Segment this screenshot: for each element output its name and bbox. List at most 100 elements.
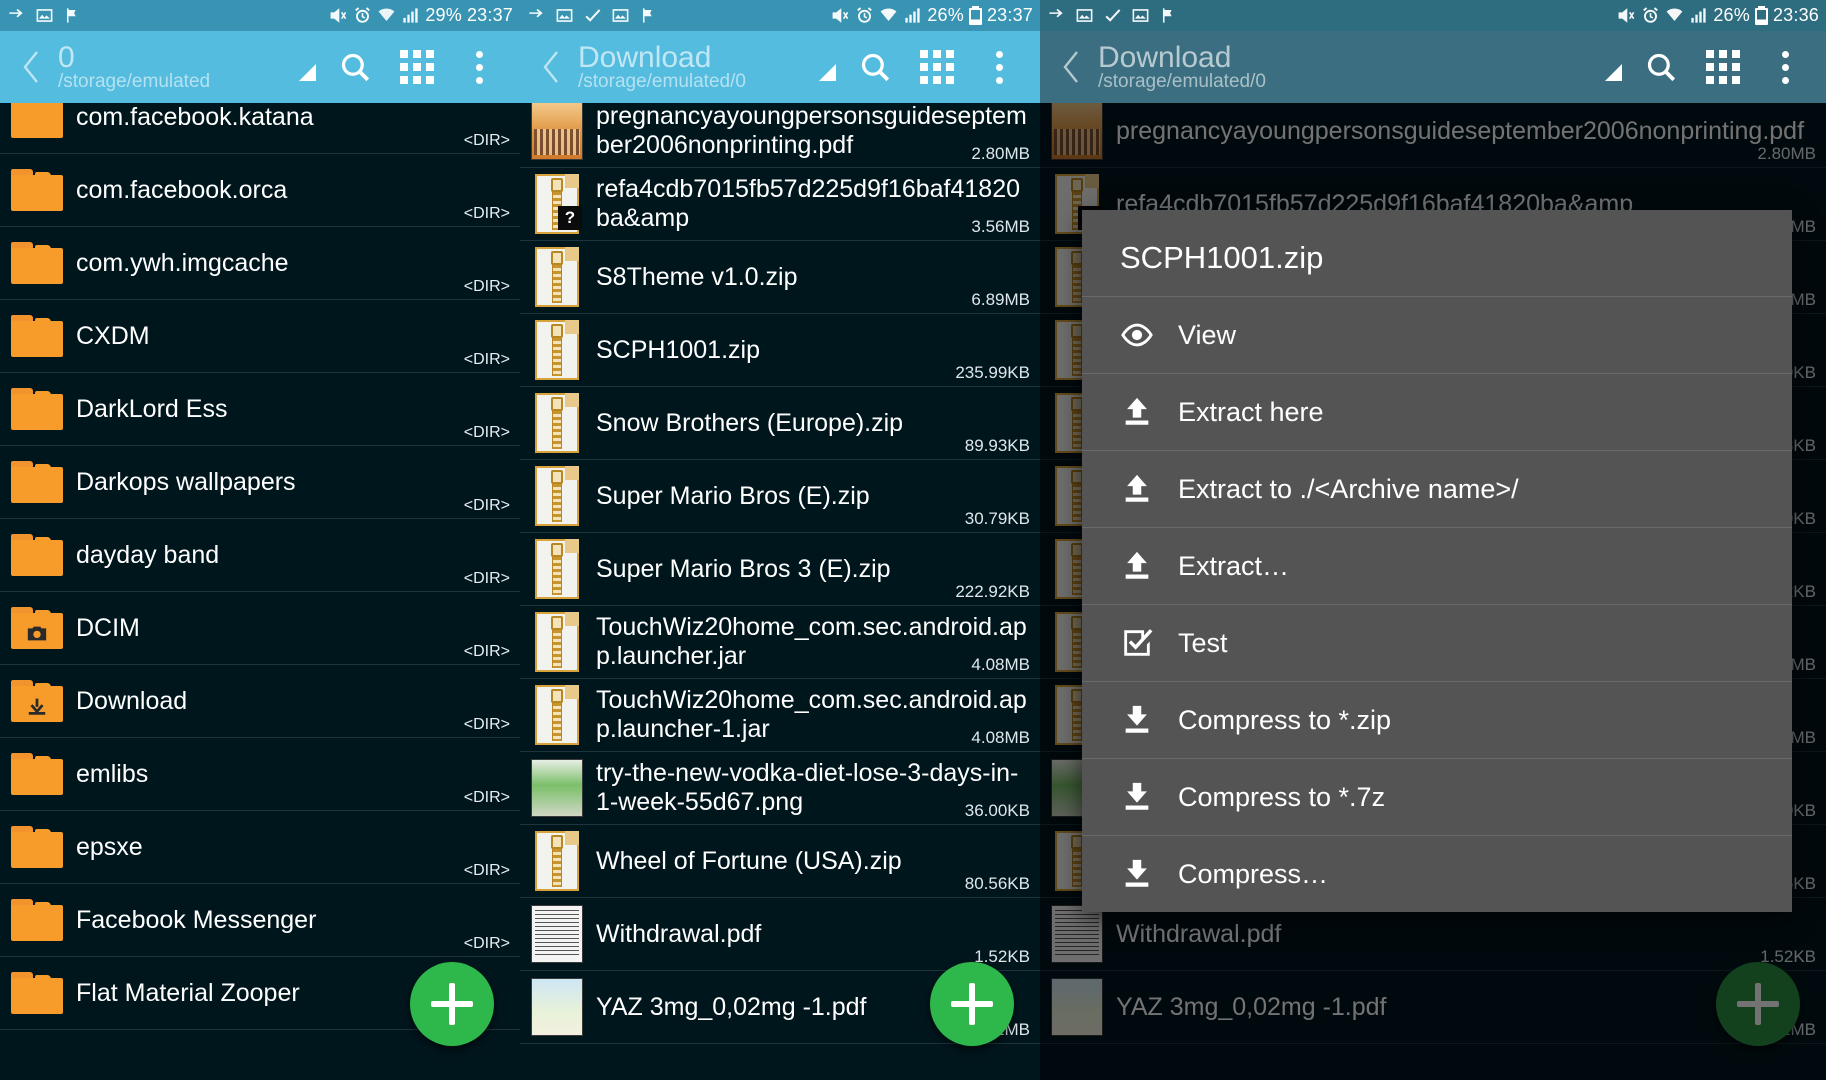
eye-icon — [1120, 318, 1154, 352]
file-thumbnail — [528, 99, 586, 163]
add-button[interactable] — [930, 962, 1014, 1046]
list-item[interactable]: S8Theme v1.0.zip6.89MB — [520, 241, 1040, 314]
file-size: 6.89MB — [971, 290, 1030, 310]
file-thumbnail — [528, 245, 586, 309]
search-icon[interactable] — [324, 36, 386, 98]
folder-download-icon — [11, 680, 63, 722]
file-size: 3.56MB — [971, 217, 1030, 237]
back-button[interactable] — [1050, 42, 1094, 92]
status-bar-right-icons: 26% 23:37 — [831, 5, 1033, 26]
list-item[interactable]: try-the-new-vodka-diet-lose-3-days-in-1-… — [520, 752, 1040, 825]
file-thumbnail — [8, 158, 66, 222]
dialog-item-compress-to-zip[interactable]: Compress to *.zip — [1082, 681, 1792, 758]
resize-handle-icon[interactable] — [810, 47, 844, 87]
directory-label: <DIR> — [464, 570, 510, 588]
grid-view-icon[interactable] — [1692, 36, 1754, 98]
list-item[interactable]: Snow Brothers (Europe).zip89.93KB — [520, 387, 1040, 460]
file-list[interactable]: pregnancyayoungpersonsguideseptember2006… — [520, 103, 1040, 1080]
dialog-item-extract-to-archive-name[interactable]: Extract to ./<Archive name>/ — [1082, 450, 1792, 527]
list-item[interactable]: epsxe<DIR> — [0, 811, 520, 884]
search-icon[interactable] — [844, 36, 906, 98]
zip-file-icon — [535, 685, 579, 745]
list-item[interactable]: SCPH1001.zip235.99KB — [520, 314, 1040, 387]
list-item[interactable]: CXDM<DIR> — [0, 300, 520, 373]
back-button[interactable] — [10, 42, 54, 92]
list-item[interactable]: Super Mario Bros 3 (E).zip222.92KB — [520, 533, 1040, 606]
file-size: 235.99KB — [955, 363, 1030, 383]
grid-view-icon[interactable] — [906, 36, 968, 98]
dialog-item-list[interactable]: ViewExtract here Extract to ./<Archive na… — [1082, 296, 1792, 912]
dialog-item-extract-here[interactable]: Extract here — [1082, 373, 1792, 450]
dialog-item-label: Extract to ./<Archive name>/ — [1178, 474, 1519, 505]
file-thumbnail — [528, 464, 586, 528]
resize-handle-icon[interactable] — [290, 47, 324, 87]
breadcrumb[interactable]: 0 /storage/emulated — [54, 43, 290, 92]
zip-file-icon — [535, 247, 579, 307]
back-button[interactable] — [530, 42, 574, 92]
dialog-item-view[interactable]: View — [1082, 296, 1792, 373]
wifi-icon — [879, 6, 898, 25]
file-thumbnail — [528, 683, 586, 747]
list-item[interactable]: Withdrawal.pdf1.52KB — [520, 898, 1040, 971]
extract-up-icon — [1120, 549, 1154, 583]
list-item[interactable]: com.ywh.imgcache<DIR> — [0, 227, 520, 300]
file-thumbnail — [528, 756, 586, 820]
list-item[interactable]: Darkops wallpapers<DIR> — [0, 446, 520, 519]
resize-handle-icon[interactable] — [1596, 47, 1630, 87]
file-name: com.facebook.katana — [76, 103, 512, 132]
list-item[interactable]: Facebook Messenger<DIR> — [0, 884, 520, 957]
overflow-menu-icon[interactable] — [968, 36, 1030, 98]
dialog-item-test[interactable]: Test — [1082, 604, 1792, 681]
file-list[interactable]: com.facebook.katana <DIR> com.facebook.orc… — [0, 103, 520, 1080]
file-size: 4.08MB — [971, 728, 1030, 748]
image-icon — [35, 6, 54, 25]
wifi-icon — [377, 6, 396, 25]
file-name: TouchWiz20home_com.sec.android.app.launc… — [596, 613, 1032, 671]
list-item[interactable]: Wheel of Fortune (USA).zip80.56KB — [520, 825, 1040, 898]
context-menu-dialog[interactable]: SCPH1001.zip ViewExtract hereExtract to … — [1082, 210, 1792, 912]
overflow-menu-icon[interactable] — [1754, 36, 1816, 98]
flag-check-icon — [63, 6, 82, 25]
thumb-pdf-yaz-thumbnail — [531, 978, 583, 1036]
list-item[interactable]: Super Mario Bros (E).zip30.79KB — [520, 460, 1040, 533]
list-item[interactable]: dayday band<DIR> — [0, 519, 520, 592]
folder-icon — [11, 972, 63, 1014]
dialog-item-extract[interactable]: Extract… — [1082, 527, 1792, 604]
file-thumbnail — [8, 523, 66, 587]
status-bar-left-icons — [527, 6, 658, 25]
list-item[interactable]: DCIM<DIR> — [0, 592, 520, 665]
breadcrumb[interactable]: Download /storage/emulated/0 — [1094, 43, 1596, 92]
overflow-menu-icon[interactable] — [448, 36, 510, 98]
zip-file-icon — [535, 466, 579, 526]
transfer-icon — [7, 6, 26, 25]
list-item[interactable]: emlibs<DIR> — [0, 738, 520, 811]
thumb-png-veg-thumbnail — [531, 759, 583, 817]
folder-icon — [11, 315, 63, 357]
search-icon[interactable] — [1630, 36, 1692, 98]
page-title: Download — [578, 43, 810, 74]
file-thumbnail: ? — [528, 172, 586, 236]
battery-icon — [1755, 6, 1768, 25]
dialog-item-compress[interactable]: Compress… — [1082, 835, 1792, 912]
dialog-item-compress-to-7z[interactable]: Compress to *.7z — [1082, 758, 1792, 835]
list-item[interactable]: ?refa4cdb7015fb57d225d9f16baf41820ba&amp… — [520, 168, 1040, 241]
add-button[interactable] — [410, 962, 494, 1046]
page-path: /storage/emulated — [58, 72, 290, 91]
list-item[interactable]: DarkLord Ess<DIR> — [0, 373, 520, 446]
grid-view-icon[interactable] — [386, 36, 448, 98]
list-item[interactable]: com.facebook.orca<DIR> — [0, 154, 520, 227]
signal-icon — [1689, 6, 1708, 25]
file-thumbnail — [8, 304, 66, 368]
panel-middle: 26% 23:37 Download /storage/emulated/0 p… — [520, 0, 1040, 1080]
list-item[interactable]: TouchWiz20home_com.sec.android.app.launc… — [520, 679, 1040, 752]
list-item[interactable]: TouchWiz20home_com.sec.android.app.launc… — [520, 606, 1040, 679]
file-size: 30.79KB — [965, 509, 1030, 529]
file-thumbnail — [8, 961, 66, 1025]
check-box-icon — [1120, 626, 1154, 660]
file-size: 222.92KB — [955, 582, 1030, 602]
list-item[interactable]: Download<DIR> — [0, 665, 520, 738]
wifi-icon — [1665, 6, 1684, 25]
breadcrumb[interactable]: Download /storage/emulated/0 — [574, 43, 810, 92]
list-item[interactable]: pregnancyayoungpersonsguideseptember2006… — [520, 95, 1040, 168]
page-title: Download — [1098, 43, 1596, 74]
